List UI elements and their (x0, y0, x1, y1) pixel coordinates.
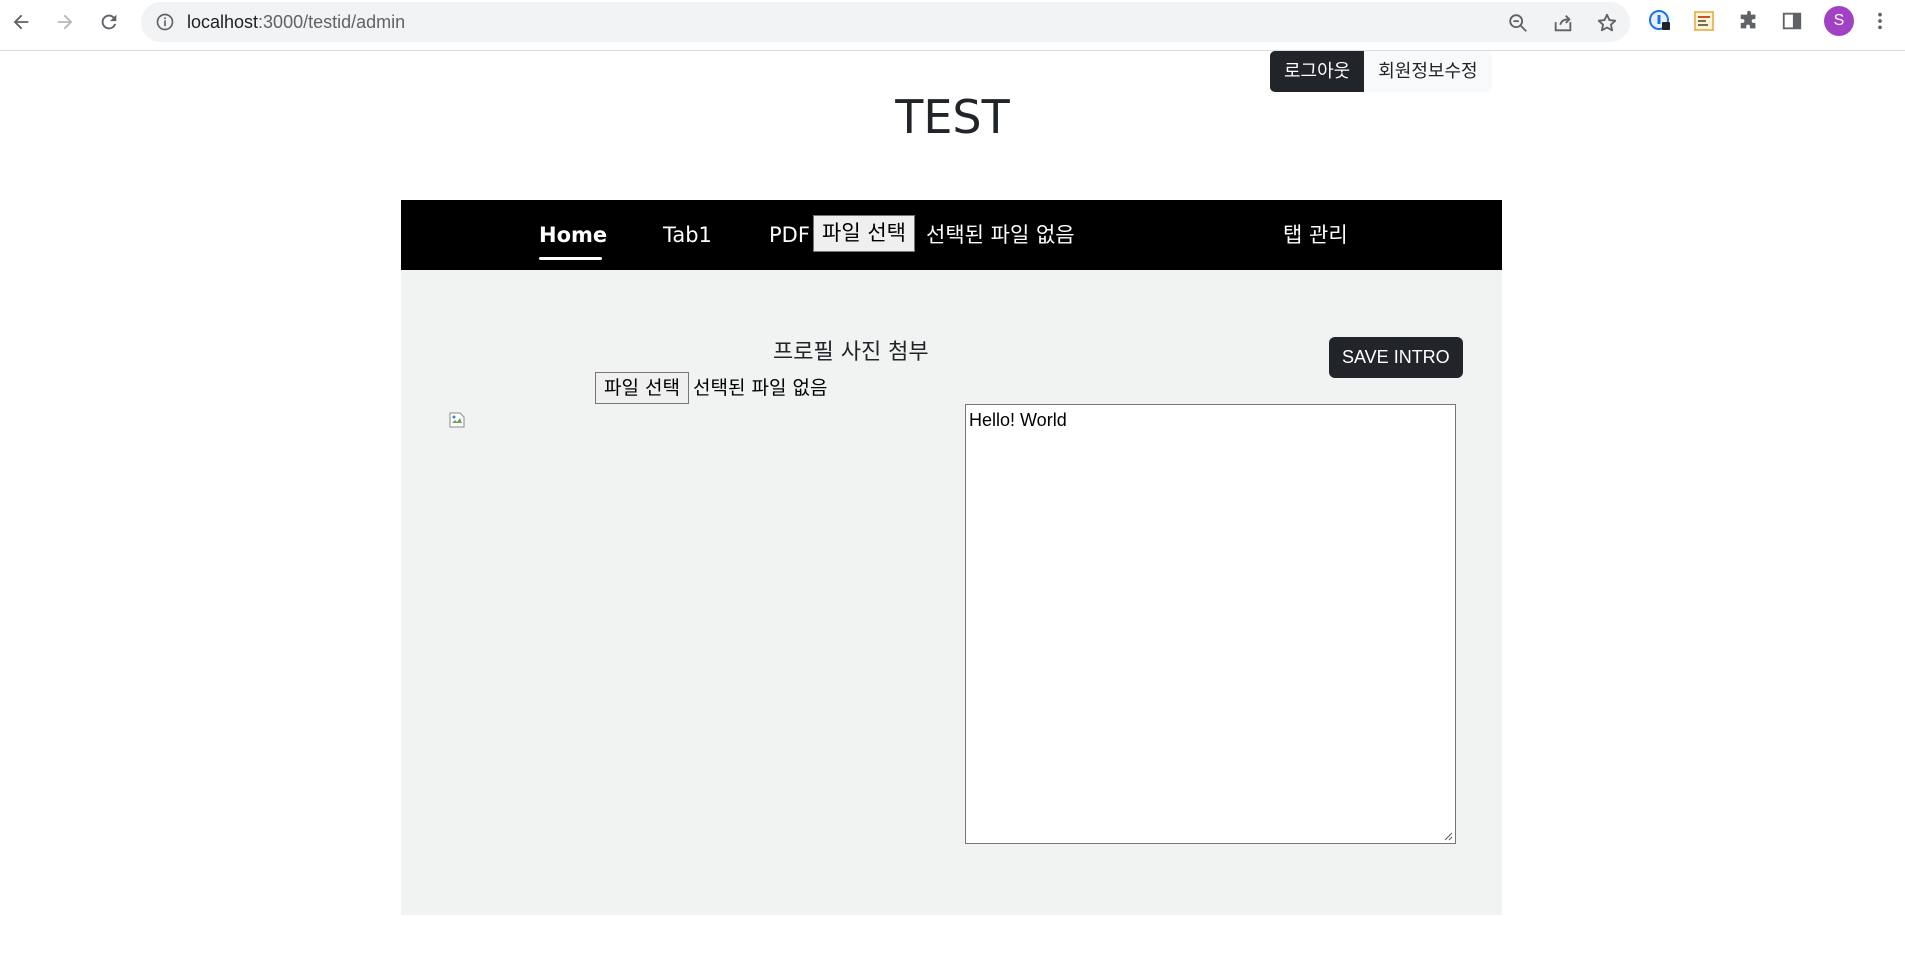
share-icon[interactable] (1552, 12, 1574, 34)
pdf-file-status: 선택된 파일 없음 (926, 223, 1075, 247)
intro-textarea[interactable]: Hello! World (965, 404, 1456, 844)
pdf-file-choose-button[interactable]: 파일 선택 (813, 215, 915, 252)
url-host: localhost (187, 12, 259, 32)
arrow-left-icon (13, 14, 29, 30)
side-panel-glyph (1782, 12, 1802, 30)
account-button-group: 로그아웃 회원정보수정 (1270, 51, 1492, 92)
extensions-puzzle-icon[interactable] (1737, 9, 1761, 33)
avatar-letter: S (1833, 12, 1845, 29)
address-bar[interactable]: localhost:3000/testid/admin (141, 2, 1630, 42)
profile-file-choose-button[interactable]: 파일 선택 (595, 372, 689, 404)
zoom-icon[interactable] (1507, 12, 1529, 34)
active-tab-indicator (539, 257, 602, 260)
profile-file-status: 선택된 파일 없음 (693, 377, 828, 399)
kebab-menu-glyph (1878, 12, 1882, 30)
url-text: localhost:3000/testid/admin (187, 2, 405, 42)
reload-icon (101, 14, 117, 30)
info-icon (156, 13, 174, 31)
browser-menu-icon[interactable] (1868, 9, 1892, 33)
arrow-right-icon (57, 14, 73, 30)
side-panel-icon[interactable] (1780, 9, 1804, 33)
resize-grip-icon[interactable] (1443, 831, 1453, 841)
browser-toolbar: localhost:3000/testid/admin S (0, 0, 1905, 51)
extension-reader-icon[interactable] (1692, 9, 1716, 33)
profile-avatar[interactable]: S (1824, 6, 1854, 36)
edit-profile-button[interactable]: 회원정보수정 (1364, 51, 1492, 92)
profile-photo-label: 프로필 사진 첨부 (773, 340, 929, 365)
reload-button[interactable] (96, 9, 122, 35)
extension-lock-icon[interactable] (1648, 9, 1672, 33)
extension-reader-glyph (1694, 11, 1714, 31)
url-path: :3000/testid/admin (258, 12, 406, 32)
star-icon[interactable] (1596, 12, 1618, 34)
save-intro-button[interactable]: SAVE INTRO (1329, 337, 1463, 378)
puzzle-glyph (1740, 10, 1756, 29)
extension-lock-glyph (1649, 10, 1670, 30)
intro-text-value: Hello! World (969, 410, 1067, 430)
broken-image-icon (449, 412, 465, 428)
logout-button[interactable]: 로그아웃 (1270, 51, 1365, 92)
tab-navbar: Home Tab1 PDF 파일 선택 선택된 파일 없음 탭 관리 (401, 200, 1502, 270)
site-title: TEST (895, 90, 1010, 144)
tab-pdf[interactable]: PDF (769, 200, 810, 270)
forward-button[interactable] (52, 9, 78, 35)
main-panel: 프로필 사진 첨부 파일 선택 선택된 파일 없음 SAVE INTRO Hel… (401, 270, 1502, 915)
back-button[interactable] (8, 9, 34, 35)
tab-tab1[interactable]: Tab1 (663, 200, 712, 270)
tab-manage-link[interactable]: 탭 관리 (1283, 200, 1348, 270)
